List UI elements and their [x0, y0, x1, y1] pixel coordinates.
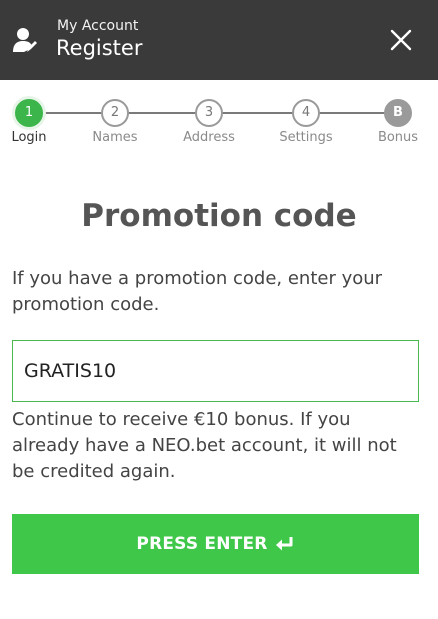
step-login[interactable]: 1 Login [0, 99, 64, 146]
step-names-number: 2 [101, 99, 129, 127]
enter-arrow-icon [275, 537, 293, 551]
press-enter-button[interactable]: PRESS ENTER [12, 514, 419, 574]
step-bonus-label: Bonus [377, 130, 419, 145]
step-settings-label: Settings [279, 130, 333, 145]
step-settings[interactable]: 4 Settings [271, 99, 341, 146]
step-bonus[interactable]: B Bonus [363, 99, 433, 146]
step-settings-number: 4 [292, 99, 320, 127]
step-names-label: Names [92, 130, 138, 145]
press-enter-label: PRESS ENTER [136, 534, 268, 554]
step-login-number: 1 [15, 99, 43, 127]
promo-intro-text: If you have a promotion code, enter your… [12, 268, 383, 315]
step-address[interactable]: 3 Address [174, 99, 244, 146]
step-address-label: Address [183, 130, 235, 145]
step-address-number: 3 [195, 99, 223, 127]
step-bonus-number: B [384, 99, 412, 127]
promo-help-text: Continue to receive €10 bonus. If you al… [12, 409, 397, 482]
step-login-label: Login [11, 130, 47, 145]
page-title: Promotion code [81, 198, 357, 234]
promo-code-input[interactable] [12, 340, 419, 402]
step-names[interactable]: 2 Names [80, 99, 150, 146]
